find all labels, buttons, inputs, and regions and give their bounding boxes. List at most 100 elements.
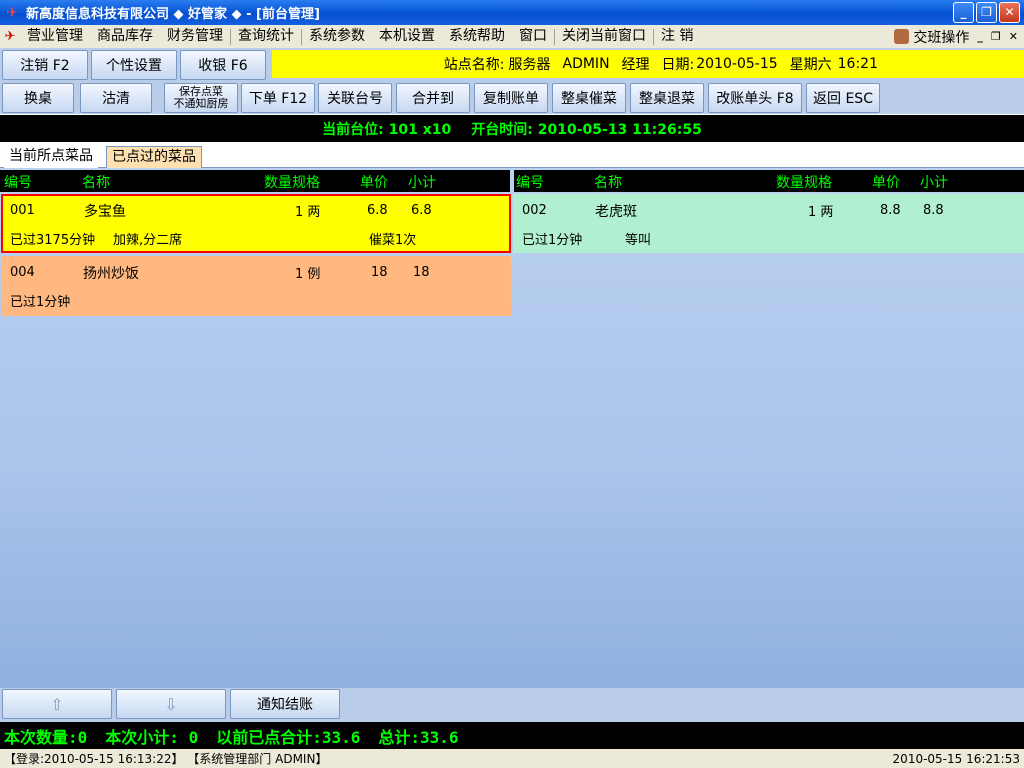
scroll-down-button[interactable]: ⇩ (116, 689, 226, 719)
site-label: 站点名称: (443, 57, 505, 73)
item-code: 001 (10, 203, 35, 218)
site-value: 服务器 (508, 57, 551, 73)
window-title: 新高度信息科技有限公司 ◆ 好管家 ◆ - [前台管理] (26, 7, 320, 22)
col-qty: 数量规格 (264, 175, 320, 191)
down-arrow-icon: ⇩ (164, 694, 178, 714)
mdi-close-button[interactable]: ✕ (1009, 30, 1018, 43)
ordered-item-card-004[interactable]: 004 扬州炒饭 1 例 18 18 已过1分钟 (1, 256, 511, 316)
item-price: 18 (371, 265, 388, 280)
item-qty: 1 两 (295, 205, 321, 220)
item-code: 002 (522, 203, 547, 218)
user-name: ADMIN (562, 56, 610, 72)
handover-button[interactable]: 交班操作 (913, 27, 969, 47)
col-price: 单价 (872, 175, 900, 191)
item-rush-status: 催菜1次 (369, 233, 417, 248)
menu-inventory[interactable]: 商品库存 (90, 25, 160, 48)
station-info-bar: 站点名称: 服务器 ADMIN 经理 日期: 2010-05-15 星期六 16… (272, 50, 1024, 78)
item-name: 老虎斑 (595, 204, 637, 220)
menu-close-current[interactable]: 关闭当前窗口 (555, 25, 653, 48)
logout-button[interactable]: 注销 F2 (2, 50, 88, 80)
place-order-button[interactable]: 下单 F12 (241, 83, 315, 113)
save-order-no-kitchen-button[interactable]: 保存点菜 不通知厨房 (164, 83, 238, 113)
col-qty: 数量规格 (776, 175, 832, 191)
title-bar: ✈ 新高度信息科技有限公司 ◆ 好管家 ◆ - [前台管理] _ ❐ ✕ (0, 0, 1024, 25)
col-code: 编号 (516, 175, 544, 191)
item-subtotal: 18 (413, 265, 430, 280)
col-code: 编号 (4, 175, 32, 191)
item-elapsed: 已过3175分钟 (10, 233, 96, 248)
item-qty: 1 例 (295, 267, 321, 282)
menu-window[interactable]: 窗口 (512, 25, 554, 48)
ordered-item-card-002[interactable]: 002 老虎斑 1 两 8.8 8.8 已过1分钟 等叫 (513, 194, 1024, 253)
ordered-items-panel: 编号 名称 数量规格 单价 小计 编号 名称 数量规格 单价 小计 001 多宝… (0, 168, 1024, 688)
menu-business[interactable]: 营业管理 (20, 25, 90, 48)
return-table-button[interactable]: 整桌退菜 (630, 83, 704, 113)
date-value: 2010-05-15 (696, 56, 778, 72)
app-logo-icon: ✈ (6, 4, 18, 21)
item-note: 加辣,分二席 (113, 233, 183, 248)
item-price: 6.8 (367, 203, 388, 218)
login-info: 【登录:2010-05-15 16:13:22】 【系统管理部门 ADMIN】 (4, 752, 328, 766)
scroll-up-button[interactable]: ⇧ (2, 689, 112, 719)
column-header-left: 编号 名称 数量规格 单价 小计 (0, 170, 510, 192)
previous-total-summary: 以前已点合计:33.6 (216, 727, 361, 747)
grand-total-value: 33.6 (420, 727, 459, 747)
personal-settings-button[interactable]: 个性设置 (91, 50, 177, 80)
handover-icon (894, 29, 910, 44)
item-elapsed: 已过1分钟 (10, 295, 71, 310)
column-header-right: 编号 名称 数量规格 单价 小计 (514, 170, 1024, 192)
edit-bill-header-button[interactable]: 改账单头 F8 (708, 83, 802, 113)
menu-finance[interactable]: 财务管理 (160, 25, 230, 48)
col-subtotal: 小计 (920, 175, 948, 191)
table-label: 当前台位: 101 x10 (322, 121, 452, 138)
sold-out-button[interactable]: 沽清 (80, 83, 152, 113)
merge-to-button[interactable]: 合并到 (396, 83, 470, 113)
tab-strip: 当前所点菜品 已点过的菜品 (0, 144, 1024, 168)
open-time-value: 2010-05-13 11:26:55 (537, 121, 702, 138)
subtotal-summary: 本次小计: 0 (105, 727, 199, 747)
item-subtotal: 8.8 (923, 203, 944, 218)
col-name: 名称 (594, 175, 622, 191)
mdi-restore-button[interactable]: ❐ (991, 30, 1001, 43)
link-table-button[interactable]: 关联台号 (318, 83, 392, 113)
col-price: 单价 (360, 175, 388, 191)
col-name: 名称 (82, 175, 110, 191)
mdi-minimize-button[interactable]: _ (977, 30, 983, 43)
restore-button[interactable]: ❐ (976, 2, 997, 23)
table-status-bar: 当前台位: 101 x10 开台时间: 2010-05-13 11:26:55 (0, 115, 1024, 142)
copy-bill-button[interactable]: 复制账单 (474, 83, 548, 113)
subtotal-value: 0 (188, 727, 199, 747)
qty-summary: 本次数量:0 (4, 727, 88, 747)
notify-checkout-button[interactable]: 通知结账 (230, 689, 340, 719)
close-button[interactable]: ✕ (999, 2, 1020, 23)
menu-logo-icon: ✈ (4, 29, 16, 44)
menu-query[interactable]: 查询统计 (231, 25, 301, 48)
ordered-item-card-001[interactable]: 001 多宝鱼 1 两 6.8 6.8 已过3175分钟 加辣,分二席 催菜1次 (1, 194, 511, 253)
minimize-button[interactable]: _ (953, 2, 974, 23)
save-order-line2: 不通知厨房 (173, 97, 229, 110)
checkout-button[interactable]: 收银 F6 (180, 50, 266, 80)
menu-help[interactable]: 系统帮助 (442, 25, 512, 48)
open-time-label: 开台时间: 2010-05-13 11:26:55 (471, 121, 702, 138)
item-qty: 1 两 (808, 205, 834, 220)
menu-logout[interactable]: 注 销 (654, 25, 700, 48)
item-subtotal: 6.8 (411, 203, 432, 218)
menu-system-params[interactable]: 系统参数 (302, 25, 372, 48)
totals-bar: 本次数量:0 本次小计: 0 以前已点合计:33.6 总计:33.6 (0, 722, 1024, 749)
date-label: 日期: (661, 57, 695, 73)
item-name: 扬州炒饭 (83, 266, 139, 282)
previous-total-value: 33.6 (321, 727, 361, 747)
status-bar: 【登录:2010-05-15 16:13:22】 【系统管理部门 ADMIN】 … (0, 749, 1024, 768)
col-subtotal: 小计 (408, 175, 436, 191)
item-price: 8.8 (880, 203, 901, 218)
rush-table-button[interactable]: 整桌催菜 (552, 83, 626, 113)
menu-local-settings[interactable]: 本机设置 (372, 25, 442, 48)
time-value: 16:21 (837, 56, 878, 72)
back-button[interactable]: 返回 ESC (806, 83, 880, 113)
change-table-button[interactable]: 换桌 (2, 83, 74, 113)
tab-current-items[interactable]: 当前所点菜品 (4, 146, 98, 168)
item-name: 多宝鱼 (84, 204, 126, 220)
tab-ordered-items[interactable]: 已点过的菜品 (106, 146, 202, 168)
menu-bar: ✈ 营业管理 商品库存 财务管理 查询统计 系统参数 本机设置 系统帮助 窗口 … (0, 25, 1024, 48)
user-role: 经理 (621, 57, 650, 73)
